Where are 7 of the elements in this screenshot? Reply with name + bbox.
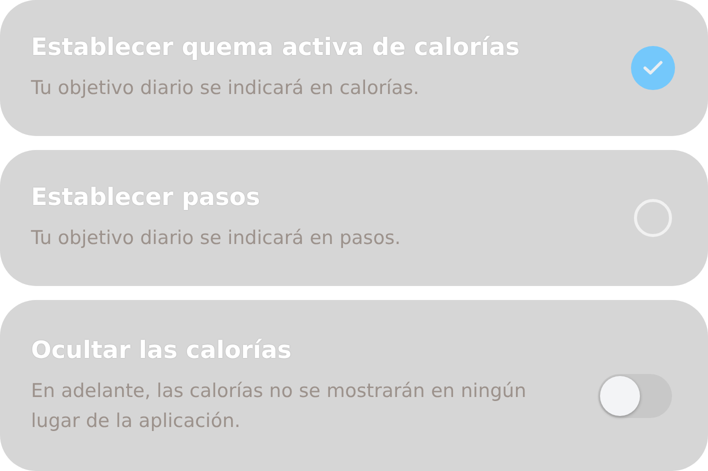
radio-button[interactable] [631, 46, 675, 90]
radio-button[interactable] [634, 199, 672, 237]
option-description: Tu objetivo diario se indicará en calorías. [31, 76, 420, 101]
checkmark-icon [643, 60, 663, 76]
toggle-switch[interactable] [598, 374, 672, 418]
option-description: Tu objetivo diario se indicará en pasos. [31, 226, 402, 251]
option-description: En adelante, las calorías no se mostrarán en ningún lugar de la aplicación. [31, 378, 528, 434]
